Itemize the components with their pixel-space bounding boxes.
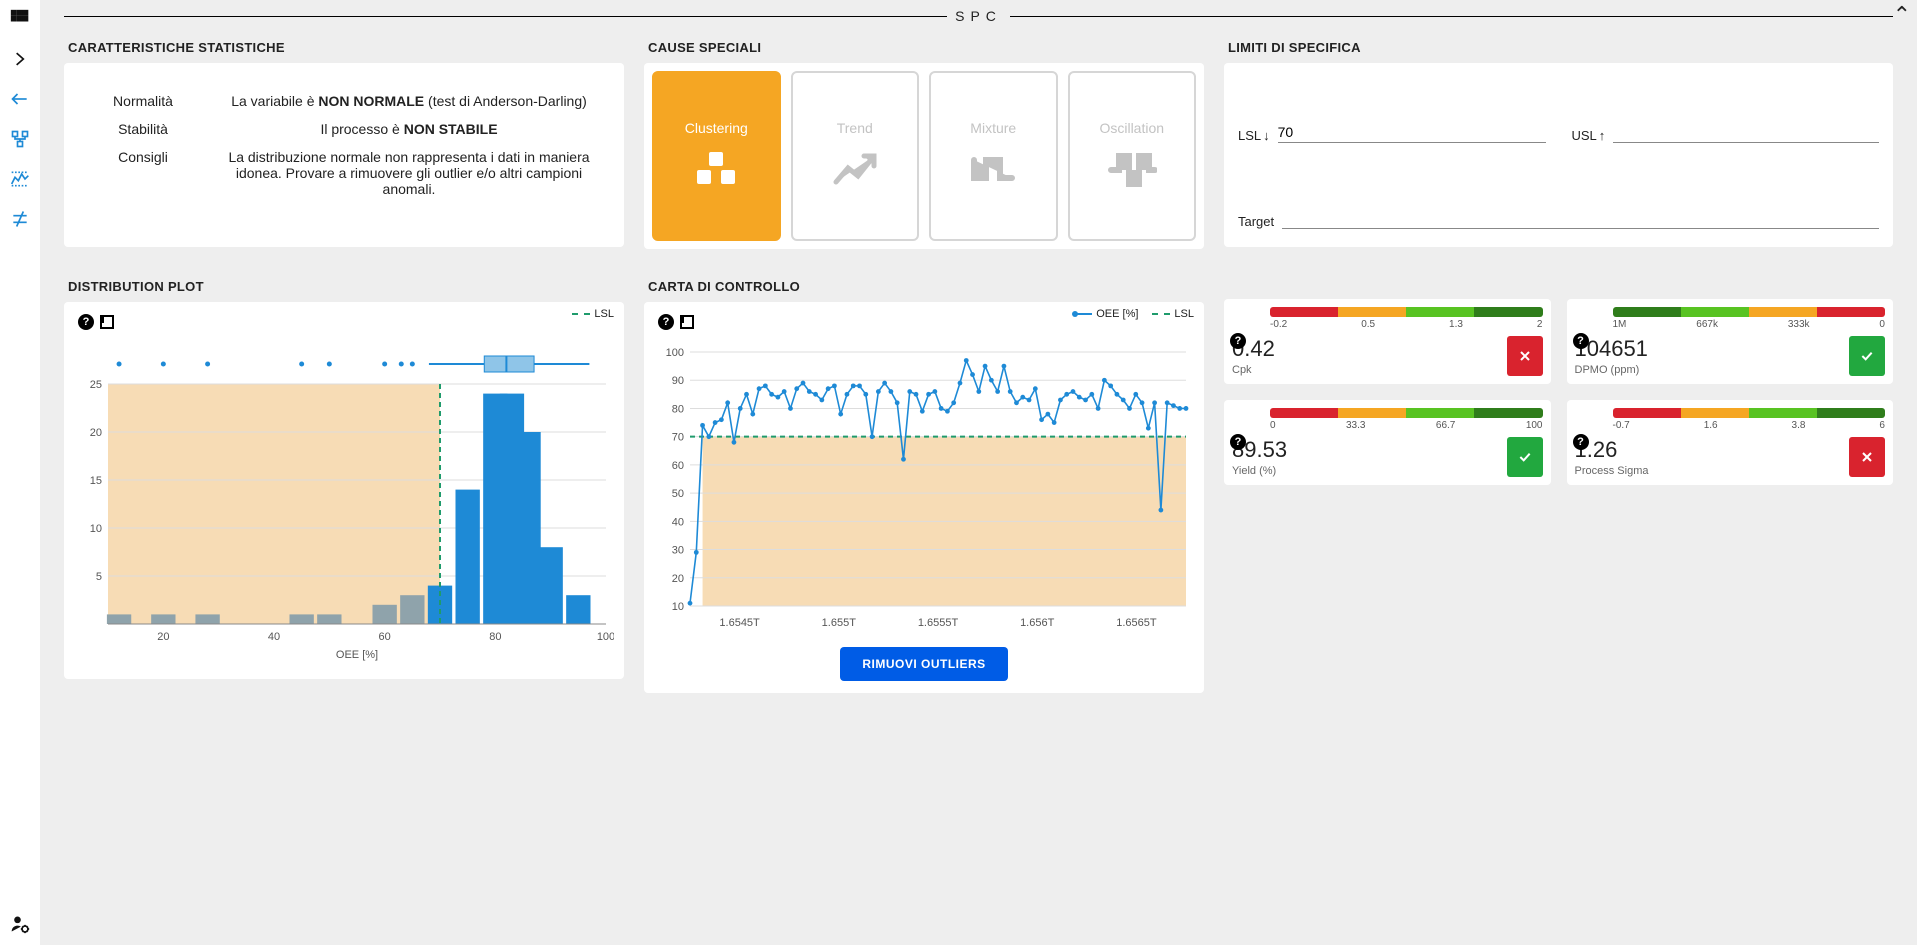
usl-field: USL ↑ bbox=[1572, 122, 1880, 143]
svg-text:90: 90 bbox=[672, 375, 684, 387]
kpi-cpk: ? -0.20.51.32 0.42Cpk bbox=[1224, 299, 1551, 384]
node-tree-icon[interactable] bbox=[9, 128, 31, 150]
compare-icon[interactable] bbox=[9, 208, 31, 230]
cause-trend[interactable]: Trend bbox=[791, 71, 920, 241]
help-icon[interactable]: ? bbox=[658, 314, 674, 330]
remove-outliers-button[interactable]: RIMUOVI OUTLIERS bbox=[840, 647, 1007, 681]
svg-text:1.6545T: 1.6545T bbox=[719, 617, 760, 629]
section-title-bar: SPC ⌃ bbox=[64, 8, 1893, 24]
svg-text:70: 70 bbox=[672, 432, 684, 444]
distribution-heading: DISTRIBUTION PLOT bbox=[68, 279, 624, 294]
apps-icon[interactable] bbox=[9, 8, 31, 30]
target-input[interactable] bbox=[1282, 208, 1879, 229]
main-content: SPC ⌃ CARATTERISTICHE STATISTICHE Normal… bbox=[40, 0, 1917, 945]
svg-text:1.6565T: 1.6565T bbox=[1116, 617, 1157, 629]
collapse-section-icon[interactable]: ⌃ bbox=[1893, 2, 1911, 28]
lsl-input[interactable] bbox=[1278, 122, 1546, 143]
usl-input[interactable] bbox=[1613, 122, 1879, 143]
control-card: ? OEE [%] LSL 1020304050607080901001.654… bbox=[644, 302, 1204, 693]
target-field: Target bbox=[1238, 208, 1879, 229]
kpi-grid: ? -0.20.51.32 0.42Cpk ? 1M667k333k0 1046… bbox=[1224, 299, 1893, 485]
cause-mixture[interactable]: Mixture bbox=[929, 71, 1058, 241]
lsl-field: LSL ↓ bbox=[1238, 122, 1546, 143]
spec-section: LIMITI DI SPECIFICA LSL ↓ USL ↑ Target bbox=[1224, 30, 1893, 249]
page-title: SPC bbox=[955, 8, 1002, 24]
spec-heading: LIMITI DI SPECIFICA bbox=[1228, 40, 1893, 55]
control-section: CARTA DI CONTROLLO ? OEE [%] LSL 1020304… bbox=[644, 269, 1204, 693]
svg-text:20: 20 bbox=[672, 573, 684, 585]
control-chart[interactable]: 10 20 30 40 50 60 70 80 90 100 1.6545T 1.655T 1.6555… bbox=[654, 334, 1194, 634]
status-badge bbox=[1849, 336, 1885, 376]
help-icon[interactable]: ? bbox=[1230, 333, 1246, 349]
kpi-yield-: ? 033.366.7100 89.53Yield (%) bbox=[1224, 400, 1551, 485]
cause-oscillation[interactable]: Oscillation bbox=[1068, 71, 1197, 241]
kpi-section: ? -0.20.51.32 0.42Cpk ? 1M667k333k0 1046… bbox=[1224, 269, 1893, 693]
spec-card: LSL ↓ USL ↑ Target bbox=[1224, 63, 1893, 247]
svg-text:40: 40 bbox=[672, 516, 684, 528]
expand-icon[interactable] bbox=[100, 315, 114, 329]
status-badge bbox=[1507, 437, 1543, 477]
control-heading: CARTA DI CONTROLLO bbox=[648, 279, 1204, 294]
help-icon[interactable]: ? bbox=[78, 314, 94, 330]
cause-cluster[interactable]: Clustering bbox=[652, 71, 781, 241]
stats-heading: CARATTERISTICHE STATISTICHE bbox=[68, 40, 624, 55]
back-arrow-icon[interactable] bbox=[9, 88, 31, 110]
expand-sidebar-icon[interactable] bbox=[9, 48, 31, 70]
svg-text:1.656T: 1.656T bbox=[1020, 617, 1055, 629]
kpi-process-sigma: ? -0.71.63.86 1.26Process Sigma bbox=[1567, 400, 1894, 485]
user-settings-icon[interactable] bbox=[9, 913, 31, 935]
help-icon[interactable]: ? bbox=[1573, 434, 1589, 450]
svg-text:10: 10 bbox=[672, 601, 684, 613]
svg-text:1.6555T: 1.6555T bbox=[918, 617, 959, 629]
svg-text:60: 60 bbox=[379, 631, 391, 643]
svg-text:60: 60 bbox=[672, 460, 684, 472]
svg-text:50: 50 bbox=[672, 488, 684, 500]
svg-text:OEE [%]: OEE [%] bbox=[336, 649, 378, 661]
svg-text:100: 100 bbox=[666, 347, 684, 359]
status-badge bbox=[1507, 336, 1543, 376]
causes-heading: CAUSE SPECIALI bbox=[648, 40, 1204, 55]
causes-section: CAUSE SPECIALI ClusteringTrendMixtureOsc… bbox=[644, 30, 1204, 249]
left-rail bbox=[0, 0, 40, 945]
kpi-dpmo-ppm-: ? 1M667k333k0 104651DPMO (ppm) bbox=[1567, 299, 1894, 384]
svg-text:100: 100 bbox=[597, 631, 614, 643]
expand-icon[interactable] bbox=[680, 315, 694, 329]
svg-text:1.655T: 1.655T bbox=[822, 617, 857, 629]
svg-text:20: 20 bbox=[157, 631, 169, 643]
svg-text:5: 5 bbox=[96, 571, 102, 583]
help-icon[interactable]: ? bbox=[1573, 333, 1589, 349]
stats-card: NormalitàLa variabile è NON NORMALE (tes… bbox=[64, 63, 624, 247]
svg-text:40: 40 bbox=[268, 631, 280, 643]
distribution-card: ? LSL 51015202520406080100OEE [%] bbox=[64, 302, 624, 679]
control-chart-icon[interactable] bbox=[9, 168, 31, 190]
status-badge bbox=[1849, 437, 1885, 477]
svg-text:80: 80 bbox=[489, 631, 501, 643]
distribution-section: DISTRIBUTION PLOT ? LSL 5101520252040608… bbox=[64, 269, 624, 693]
svg-text:80: 80 bbox=[672, 403, 684, 415]
distribution-plot[interactable]: 5 10 15 20 25 20 40 60 80 100 OEE [%] bbox=[74, 334, 614, 664]
svg-text:10: 10 bbox=[90, 523, 102, 535]
stats-section: CARATTERISTICHE STATISTICHE NormalitàLa … bbox=[64, 30, 624, 249]
causes-card: ClusteringTrendMixtureOscillation bbox=[644, 63, 1204, 249]
svg-text:15: 15 bbox=[90, 475, 102, 487]
svg-text:30: 30 bbox=[672, 545, 684, 557]
svg-text:25: 25 bbox=[90, 379, 102, 391]
svg-text:20: 20 bbox=[90, 427, 102, 439]
help-icon[interactable]: ? bbox=[1230, 434, 1246, 450]
